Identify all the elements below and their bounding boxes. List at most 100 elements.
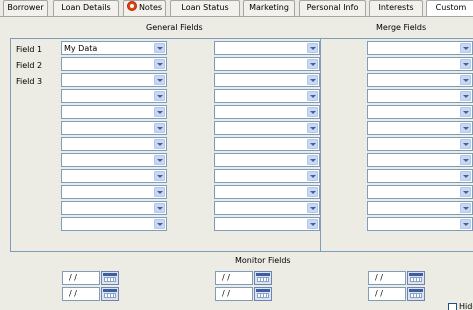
chevron-down-icon[interactable] [460, 219, 471, 229]
tab-borrower[interactable]: Borrower [3, 0, 48, 16]
chevron-down-icon[interactable] [307, 155, 318, 165]
merge-combo-11[interactable] [367, 201, 473, 215]
general-col2-combo-4[interactable] [214, 89, 320, 103]
hide-checkbox[interactable] [448, 303, 457, 310]
chevron-down-icon[interactable] [154, 155, 165, 165]
chevron-down-icon[interactable] [154, 139, 165, 149]
general-col1-combo-1[interactable]: My Data [61, 41, 167, 55]
tab-label: Notes [138, 3, 163, 12]
monitor-date-2[interactable]: / / [62, 287, 100, 301]
merge-combo-7[interactable] [367, 137, 473, 151]
chevron-down-icon[interactable] [460, 91, 471, 101]
tab-notes[interactable]: Notes [123, 0, 166, 16]
chevron-down-icon[interactable] [307, 187, 318, 197]
chevron-down-icon[interactable] [307, 139, 318, 149]
general-col2-combo-6[interactable] [214, 121, 320, 135]
calendar-icon[interactable] [101, 287, 119, 301]
tab-loan-details[interactable]: Loan Details [53, 0, 119, 16]
calendar-icon[interactable] [407, 271, 425, 285]
chevron-down-icon[interactable] [460, 107, 471, 117]
chevron-down-icon[interactable] [460, 43, 471, 53]
monitor-date-5[interactable]: / / [368, 271, 406, 285]
merge-combo-6[interactable] [367, 121, 473, 135]
chevron-down-icon[interactable] [154, 203, 165, 213]
chevron-down-icon[interactable] [460, 59, 471, 69]
merge-combo-9[interactable] [367, 169, 473, 183]
general-col1-combo-10[interactable] [61, 185, 167, 199]
general-col2-combo-2[interactable] [214, 57, 320, 71]
tab-custom[interactable]: Custom [426, 0, 473, 17]
hide-label: Hide [459, 302, 473, 310]
custom-fields-window: Borrower Loan Details Notes Loan Status … [0, 0, 473, 310]
merge-combo-8[interactable] [367, 153, 473, 167]
chevron-down-icon[interactable] [307, 123, 318, 133]
general-col2-combo-1[interactable] [214, 41, 320, 55]
chevron-down-icon[interactable] [307, 107, 318, 117]
chevron-down-icon[interactable] [307, 75, 318, 85]
chevron-down-icon[interactable] [307, 59, 318, 69]
general-col2-combo-12[interactable] [214, 217, 320, 231]
calendar-icon[interactable] [101, 271, 119, 285]
general-col1-combo-12[interactable] [61, 217, 167, 231]
chevron-down-icon[interactable] [154, 107, 165, 117]
calendar-icon[interactable] [407, 287, 425, 301]
tab-interests[interactable]: Interests [369, 0, 423, 16]
chevron-down-icon[interactable] [154, 59, 165, 69]
merge-combo-2[interactable] [367, 57, 473, 71]
general-fields-title: General Fields [146, 23, 203, 32]
tab-label: Custom [435, 3, 467, 12]
calendar-icon[interactable] [254, 271, 272, 285]
general-col2-combo-9[interactable] [214, 169, 320, 183]
monitor-date-4[interactable]: / / [215, 287, 253, 301]
field-2-label: Field 2 [16, 61, 43, 70]
general-col1-combo-6[interactable] [61, 121, 167, 135]
general-col1-combo-8[interactable] [61, 153, 167, 167]
chevron-down-icon[interactable] [154, 187, 165, 197]
chevron-down-icon[interactable] [154, 123, 165, 133]
general-col1-combo-5[interactable] [61, 105, 167, 119]
chevron-down-icon[interactable] [460, 187, 471, 197]
general-col1-combo-9[interactable] [61, 169, 167, 183]
general-col2-combo-11[interactable] [214, 201, 320, 215]
merge-combo-3[interactable] [367, 73, 473, 87]
calendar-icon[interactable] [254, 287, 272, 301]
chevron-down-icon[interactable] [154, 219, 165, 229]
tab-marketing[interactable]: Marketing [243, 0, 295, 16]
merge-combo-10[interactable] [367, 185, 473, 199]
chevron-down-icon[interactable] [460, 171, 471, 181]
merge-combo-1[interactable] [367, 41, 473, 55]
chevron-down-icon[interactable] [460, 139, 471, 149]
general-col1-combo-3[interactable] [61, 73, 167, 87]
general-col1-combo-2[interactable] [61, 57, 167, 71]
merge-combo-5[interactable] [367, 105, 473, 119]
general-col2-combo-8[interactable] [214, 153, 320, 167]
chevron-down-icon[interactable] [307, 203, 318, 213]
chevron-down-icon[interactable] [307, 219, 318, 229]
chevron-down-icon[interactable] [460, 203, 471, 213]
general-col1-combo-4[interactable] [61, 89, 167, 103]
chevron-down-icon[interactable] [460, 155, 471, 165]
monitor-date-3[interactable]: / / [215, 271, 253, 285]
merge-combo-4[interactable] [367, 89, 473, 103]
general-col2-combo-5[interactable] [214, 105, 320, 119]
merge-combo-12[interactable] [367, 217, 473, 231]
chevron-down-icon[interactable] [307, 91, 318, 101]
chevron-down-icon[interactable] [307, 171, 318, 181]
general-col2-combo-3[interactable] [214, 73, 320, 87]
general-col1-combo-7[interactable] [61, 137, 167, 151]
general-col2-combo-7[interactable] [214, 137, 320, 151]
chevron-down-icon[interactable] [460, 75, 471, 85]
chevron-down-icon[interactable] [154, 75, 165, 85]
monitor-date-1[interactable]: / / [62, 271, 100, 285]
general-col1-combo-11[interactable] [61, 201, 167, 215]
chevron-down-icon[interactable] [154, 43, 165, 53]
chevron-down-icon[interactable] [154, 91, 165, 101]
general-col2-combo-10[interactable] [214, 185, 320, 199]
chevron-down-icon[interactable] [154, 171, 165, 181]
monitor-date-6[interactable]: / / [368, 287, 406, 301]
tab-personal-info[interactable]: Personal Info [299, 0, 366, 16]
chevron-down-icon[interactable] [307, 43, 318, 53]
chevron-down-icon[interactable] [460, 123, 471, 133]
tab-loan-status[interactable]: Loan Status [170, 0, 240, 16]
tab-label: Personal Info [306, 3, 359, 12]
